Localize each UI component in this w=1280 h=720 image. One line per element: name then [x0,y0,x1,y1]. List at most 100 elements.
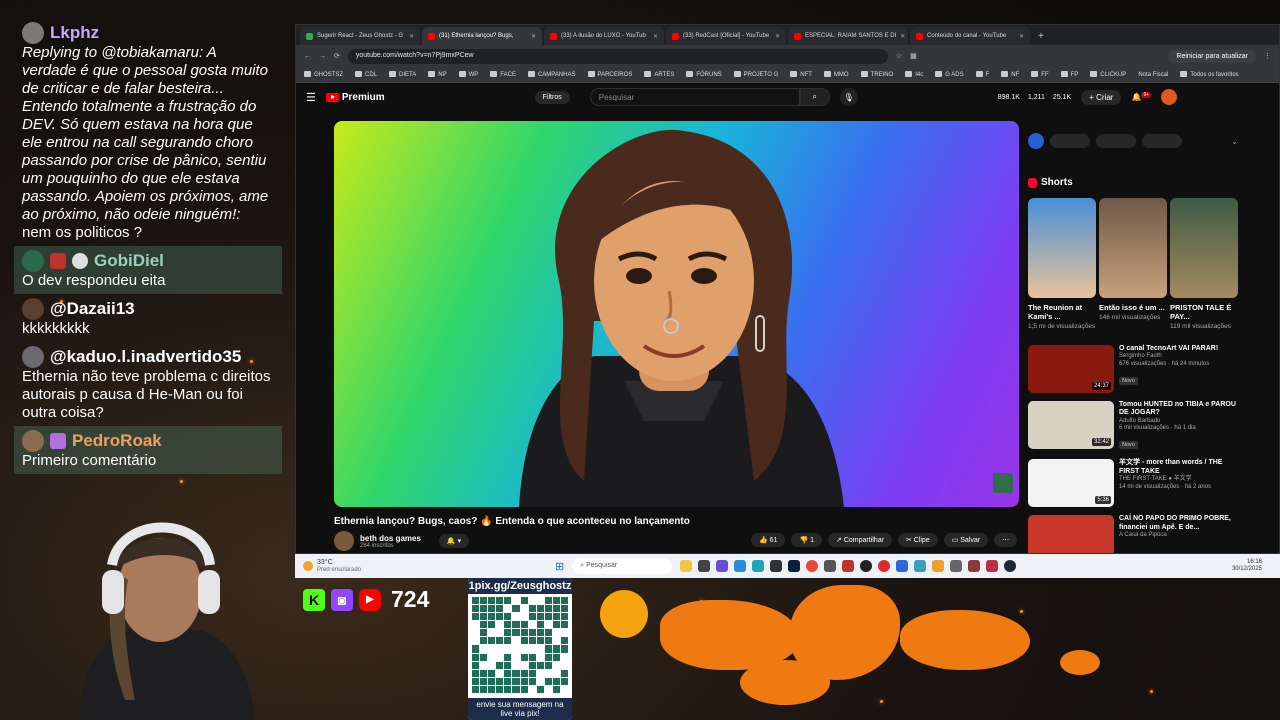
bookmark-item[interactable]: FACE [490,71,516,78]
bookmark-item[interactable]: TREINO [860,71,893,78]
bookmark-item[interactable]: I4c [905,71,923,78]
recommended-video[interactable]: 5:36 羊文学 - more than words / THE FIRST T… [1028,459,1238,508]
app-icon[interactable] [770,560,783,572]
save-button[interactable]: ▭ Salvar [943,533,989,547]
bookmark-item[interactable]: WP [458,71,478,78]
filter-chip[interactable] [1142,134,1182,148]
app-icon[interactable] [842,560,855,572]
bell-subscribe-icon[interactable]: 🔔 ▾ [438,534,470,548]
short-card[interactable]: The Reunion at Kami's ... 1,5 mi de visu… [1028,198,1096,331]
bookmark-item[interactable]: ARTES [644,71,674,78]
app-icon[interactable] [986,560,999,572]
close-icon[interactable]: ✕ [653,33,658,40]
app-icon[interactable] [932,560,945,572]
obs-icon[interactable] [860,560,873,572]
close-icon[interactable]: ✕ [775,33,780,40]
reload-icon[interactable]: ⟳ [334,52,340,60]
extension-icon[interactable] [1028,133,1044,149]
recommended-video[interactable]: CAÍ NO PAPO DO PRIMO POBRE, financiei um… [1028,515,1238,553]
new-tab-icon[interactable]: + [1032,31,1050,45]
mic-icon[interactable]: 🎙 [839,88,858,106]
browser-tab-active[interactable]: (31) Ethernia lançou? Bugs, ✕ [422,27,542,45]
app-icon[interactable] [734,560,747,572]
filter-chip[interactable] [1050,134,1090,148]
close-icon[interactable]: ✕ [1019,33,1024,40]
browser-tab[interactable]: Conteúdo do canal - YouTube ✕ [910,27,1030,45]
weather-widget[interactable]: 33°C Pred ensolarado [295,559,555,573]
star-icon[interactable]: ☆ [896,52,902,60]
app-icon[interactable] [968,560,981,572]
bookmark-item[interactable]: DIETA [389,71,416,78]
browser-tab[interactable]: Sugerir React - Zeus Ghostz - G ✕ [300,27,420,45]
close-icon[interactable]: ✕ [900,33,905,40]
bookmark-item[interactable]: NF [1001,71,1019,78]
bookmark-item[interactable]: G ADS [935,71,964,78]
hamburger-icon[interactable]: ☰ [306,91,316,104]
share-button[interactable]: ↗ Compartilhar [828,533,892,547]
filter-chip[interactable] [1096,134,1136,148]
clip-button[interactable]: ✂ Clipe [897,533,938,547]
bookmark-item[interactable]: PROJETO G [733,71,778,78]
app-icon[interactable] [950,560,963,572]
bookmark-item[interactable]: PARCEIROS [587,71,632,78]
app-icon[interactable] [716,560,729,572]
channel-avatar[interactable] [334,531,354,551]
bookmark-item[interactable]: CDL [355,71,377,78]
close-icon[interactable]: ✕ [531,33,536,40]
extensions-icon[interactable]: ▦ [910,52,917,60]
bookmark-item[interactable]: FÓRUNS [686,71,722,78]
photoshop-icon[interactable] [788,560,801,572]
chat-username: PedroRoak [22,430,274,452]
short-thumbnail [1170,198,1238,298]
more-icon[interactable]: ⋯ [994,533,1018,547]
browser-tab[interactable]: (33) A ilusão do LUXO - YouTub ✕ [544,27,664,45]
bookmark-item[interactable]: NFT [790,71,812,78]
browser-tab[interactable]: ESPECIAL: RAIAM SANTOS E DI ✕ [788,27,908,45]
bookmark-item[interactable]: F [975,71,989,78]
windows-start-icon[interactable]: ⊞ [555,560,564,573]
search-button[interactable]: ⌕ [799,88,830,106]
app-icon[interactable] [914,560,927,572]
chevron-down-icon[interactable]: ⌄ [1231,137,1238,146]
bookmark-item[interactable]: CLICKUP [1090,71,1126,78]
recommended-video[interactable]: 24:37 O canal TecnoArt VAI PARAR! Sergim… [1028,344,1238,393]
account-avatar[interactable] [1161,89,1178,105]
bookmark-item[interactable]: NP [428,71,447,78]
url-input[interactable]: youtube.com/watch?v=n7Pj9mxPCew [347,48,888,64]
search-input[interactable]: Pesquisar [589,88,800,106]
forward-icon[interactable]: → [319,53,326,60]
youtube-logo[interactable]: Premium [325,92,385,103]
short-card[interactable]: Então isso é um ... 146 mil visualizaçõe… [1099,198,1167,331]
back-icon[interactable]: ← [304,53,311,60]
bookmark-item[interactable]: MMO [823,71,849,78]
short-card[interactable]: PRISTON TALE É PAY... 119 mil visualizaç… [1170,198,1238,331]
taskbar-search[interactable]: ⌕ Pesquisar [572,558,673,574]
bookmark-item[interactable]: GHOSTSZ [304,71,343,78]
filters-button[interactable]: Filtros [534,90,570,104]
edge-icon[interactable] [752,560,765,572]
recommended-video[interactable]: 32:42 Tomou HUNTED no TIBIA e PAROU DE J… [1028,400,1238,451]
opera-icon[interactable] [878,560,891,572]
like-button[interactable]: 👍 61 [751,533,786,547]
chrome-icon[interactable] [806,560,819,572]
system-clock[interactable]: 16:16 30/12/2025 [1232,559,1280,573]
dislike-button[interactable]: 👎 1 [791,533,823,547]
file-explorer-icon[interactable] [680,560,693,572]
restart-update-button[interactable]: Reiniciar para atualizar [1168,49,1256,63]
menu-icon[interactable]: ⋮ [1264,52,1271,60]
bell-icon[interactable]: 🔔 9+ [1131,92,1152,102]
bookmark-item[interactable]: Nota Fiscal [1138,72,1168,78]
create-button[interactable]: + Criar [1081,89,1122,105]
browser-tab[interactable]: (33) RedCast [Oficial] - YouTube ✕ [666,27,786,45]
bookmark-item[interactable]: Todos os favoritos [1180,71,1239,78]
app-icon[interactable] [824,560,837,572]
app-icon[interactable] [698,560,711,572]
bookmark-item[interactable]: CAMPANHAS [527,71,576,78]
bookmark-item[interactable]: FF [1031,71,1049,78]
steam-icon[interactable] [1004,560,1017,572]
video-player[interactable] [334,121,1019,507]
close-icon[interactable]: ✕ [409,33,414,40]
channel-name[interactable]: beth dos games [360,534,421,543]
app-icon[interactable] [896,560,909,572]
bookmark-item[interactable]: FP [1060,71,1078,78]
